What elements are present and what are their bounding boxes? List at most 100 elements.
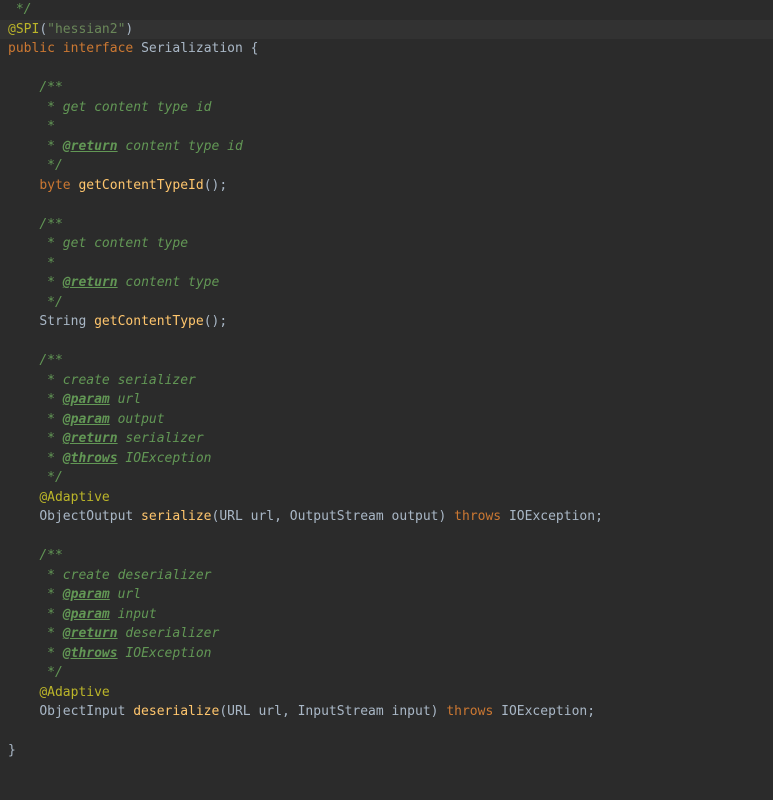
- keyword-throws: throws: [446, 704, 493, 719]
- javadoc-text: IOException: [118, 451, 212, 466]
- code-line: ObjectInput deserialize(URL url, InputSt…: [8, 702, 773, 722]
- params: ): [439, 509, 455, 524]
- javadoc-star: *: [39, 392, 62, 407]
- javadoc-return-tag: @return: [63, 626, 118, 641]
- code-line: * @param url: [8, 390, 773, 410]
- javadoc-open: /**: [39, 548, 62, 563]
- code-line: */: [8, 468, 773, 488]
- code-line: * create serializer: [8, 371, 773, 391]
- javadoc-open: /**: [39, 80, 62, 95]
- code-line: /**: [8, 215, 773, 235]
- javadoc-text: url: [110, 587, 141, 602]
- javadoc-star: *: [39, 412, 62, 427]
- annotation-adaptive: @Adaptive: [39, 685, 109, 700]
- javadoc-text: output: [110, 412, 165, 427]
- code-line-empty: [8, 59, 773, 79]
- javadoc-text: deserializer: [118, 626, 220, 641]
- javadoc-text: * get content type: [39, 236, 188, 251]
- code-line: * @param output: [8, 410, 773, 430]
- code-line: * @throws IOException: [8, 449, 773, 469]
- javadoc-close: */: [39, 470, 62, 485]
- method-getContentTypeId: getContentTypeId: [71, 178, 204, 193]
- annotation-spi: @SPI: [8, 22, 39, 37]
- code-line: * create deserializer: [8, 566, 773, 586]
- brace: {: [251, 41, 259, 56]
- code-line: }: [8, 741, 773, 761]
- code-line: */: [8, 156, 773, 176]
- code-editor[interactable]: */ @SPI("hessian2") public interface Ser…: [0, 0, 773, 761]
- javadoc-text: input: [110, 607, 157, 622]
- code-line: */: [8, 293, 773, 313]
- code-line: * get content type: [8, 234, 773, 254]
- code-line: public interface Serialization {: [8, 39, 773, 59]
- javadoc-star: *: [39, 256, 55, 271]
- keyword-throws: throws: [454, 509, 501, 524]
- javadoc-star: *: [39, 275, 62, 290]
- javadoc-star: *: [39, 451, 62, 466]
- type-ioexception: IOException: [493, 704, 587, 719]
- javadoc-text: * create deserializer: [39, 568, 211, 583]
- keyword-interface: interface: [55, 41, 133, 56]
- javadoc-param-tag: @param: [63, 587, 110, 602]
- javadoc-open: /**: [39, 217, 62, 232]
- method-deserialize: deserialize: [125, 704, 219, 719]
- javadoc-text: serializer: [118, 431, 204, 446]
- code-line: */: [8, 0, 773, 20]
- javadoc-close: */: [39, 158, 62, 173]
- code-line: /**: [8, 546, 773, 566]
- code-line: * @return content type id: [8, 137, 773, 157]
- interface-name: Serialization: [133, 41, 250, 56]
- javadoc-return-tag: @return: [63, 139, 118, 154]
- code-line: * @param url: [8, 585, 773, 605]
- javadoc-open: /**: [39, 353, 62, 368]
- type-objectinput: ObjectInput: [39, 704, 125, 719]
- code-line: /**: [8, 78, 773, 98]
- code-line-empty: [8, 332, 773, 352]
- javadoc-text: IOException: [118, 646, 212, 661]
- method-getContentType: getContentType: [86, 314, 203, 329]
- param-output: output: [392, 509, 439, 524]
- javadoc-return-tag: @return: [63, 275, 118, 290]
- type-string: String: [39, 314, 86, 329]
- javadoc-star: *: [39, 607, 62, 622]
- code-line: * @param input: [8, 605, 773, 625]
- params: ): [431, 704, 447, 719]
- params: , InputStream: [282, 704, 392, 719]
- code-line-empty: [8, 722, 773, 742]
- javadoc-star: *: [39, 431, 62, 446]
- javadoc-text: content type: [118, 275, 220, 290]
- javadoc-param-tag: @param: [63, 392, 110, 407]
- code-line: ObjectOutput serialize(URL url, OutputSt…: [8, 507, 773, 527]
- param-url: url: [251, 509, 274, 524]
- code-line-empty: [8, 527, 773, 547]
- javadoc-param-tag: @param: [63, 607, 110, 622]
- code-line-highlighted: @SPI("hessian2"): [0, 20, 773, 40]
- code-line: @Adaptive: [8, 488, 773, 508]
- param-input: input: [392, 704, 431, 719]
- code-line: byte getContentTypeId();: [8, 176, 773, 196]
- code-line-empty: [8, 195, 773, 215]
- code-line: */: [8, 663, 773, 683]
- code-line: * @throws IOException: [8, 644, 773, 664]
- type-ioexception: IOException: [501, 509, 595, 524]
- javadoc-star: *: [39, 646, 62, 661]
- type-objectoutput: ObjectOutput: [39, 509, 133, 524]
- code-line: * get content type id: [8, 98, 773, 118]
- method-serialize: serialize: [133, 509, 211, 524]
- code-line: @Adaptive: [8, 683, 773, 703]
- javadoc-throws-tag: @throws: [63, 451, 118, 466]
- parens: ();: [204, 178, 227, 193]
- javadoc-star: *: [39, 587, 62, 602]
- javadoc-star: *: [39, 626, 62, 641]
- javadoc-text: * create serializer: [39, 373, 196, 388]
- javadoc-text: * get content type id: [39, 100, 211, 115]
- paren: (: [39, 22, 47, 37]
- javadoc-text: content type id: [118, 139, 243, 154]
- javadoc-throws-tag: @throws: [63, 646, 118, 661]
- javadoc-star: *: [39, 139, 62, 154]
- javadoc-return-tag: @return: [63, 431, 118, 446]
- annotation-adaptive: @Adaptive: [39, 490, 109, 505]
- code-line: String getContentType();: [8, 312, 773, 332]
- code-line: * @return content type: [8, 273, 773, 293]
- code-line: *: [8, 117, 773, 137]
